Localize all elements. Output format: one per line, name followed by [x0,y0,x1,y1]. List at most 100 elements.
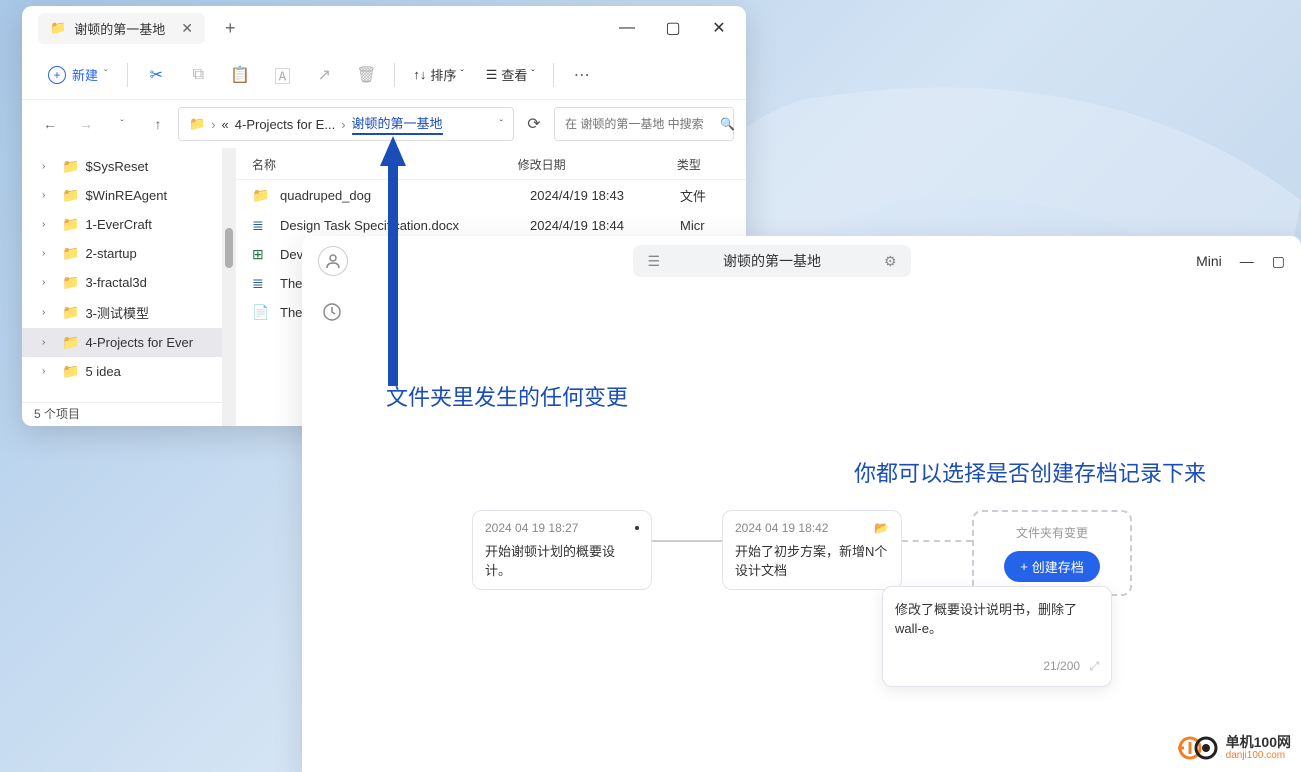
nav-back-button[interactable]: ← [34,108,66,140]
chevron-down-icon: ˇ [104,69,107,80]
create-archive-label: 文件夹有变更 [986,524,1118,541]
view-button[interactable]: ☰ 查看 ˇ [478,59,543,90]
minimize-button[interactable]: — [604,12,650,44]
sidebar-item[interactable]: ›📁$WinREAgent [22,181,222,210]
nav-forward-button[interactable]: → [70,108,102,140]
copy-icon[interactable]: ⧉ [180,57,216,93]
word-doc-icon: ≣ [252,217,272,234]
sidebar-item[interactable]: ›📁3-测试模型 [22,297,222,328]
timeline-card[interactable]: 2024 04 19 18:42 📂 开始了初步方案，新增N个设计文档 [722,510,902,590]
folder-icon: 📁 [62,274,79,291]
breadcrumb[interactable]: 📁 › « 4-Projects for E... › 谢顿的第一基地 ˇ [178,107,514,141]
explorer-tab[interactable]: 📁 谢顿的第一基地 ✕ [38,13,205,44]
sidebar-item-label: $WinREAgent [85,188,167,203]
sort-icon: ↑↓ [413,67,426,82]
file-type: 文件 [680,186,730,205]
column-headers[interactable]: 名称 修改日期 类型 [236,148,746,180]
column-name[interactable]: 名称 [252,156,518,173]
nav-history-button[interactable]: ˇ [106,108,138,140]
folder-icon: 📁 [189,116,205,132]
minimize-button[interactable]: — [1240,253,1254,269]
folder-icon: 📁 [50,20,66,36]
chevron-right-icon: › [42,248,45,259]
timeline-desc: 开始谢顿计划的概要设计。 [485,541,639,579]
create-button-label: 创建存档 [1032,557,1084,576]
new-label: 新建 [72,65,98,84]
watermark: 单机100网 danji100.com [1178,734,1291,762]
timeline-date: 2024 04 19 18:27 [485,521,578,535]
tab-title: 谢顿的第一基地 [74,19,165,38]
breadcrumb-parent[interactable]: 4-Projects for E... [235,117,335,132]
history-icon[interactable] [322,302,342,327]
chevron-down-icon: ˇ [531,69,534,80]
delete-icon[interactable]: 🗑 [348,57,384,93]
search-input[interactable] [565,117,720,131]
note-text: 修改了概要设计说明书，删除了wall-e。 [895,599,1099,637]
dot-icon [635,526,639,530]
sidebar-item[interactable]: ›📁1-EverCraft [22,210,222,239]
sidebar-item[interactable]: ›📁$SysReset [22,152,222,181]
text-file-icon: 📄 [252,304,272,321]
sidebar-item-label: 1-EverCraft [85,217,151,232]
folder-icon: 📁 [252,187,272,204]
explorer-titlebar[interactable]: 📁 谢顿的第一基地 ✕ + — ▢ ✕ [22,6,746,50]
chevron-right-icon: › [341,117,345,132]
sort-button[interactable]: ↑↓ 排序 ˇ [405,59,471,90]
rename-icon[interactable]: 🄰 [264,57,300,93]
search-icon[interactable]: 🔍 [720,117,735,131]
search-box[interactable]: 🔍 [554,107,734,141]
tab-close-icon[interactable]: ✕ [181,20,193,37]
sidebar-item[interactable]: ›📁2-startup [22,239,222,268]
user-avatar-icon[interactable] [318,246,348,276]
gear-icon[interactable]: ⚙ [884,253,897,270]
app2-header: ☰ 谢顿的第一基地 ⚙ Mini — ▢ [302,236,1301,286]
file-row[interactable]: 📁quadruped_dog2024/4/19 18:43文件 [236,180,746,211]
chevron-down-icon[interactable]: ˇ [500,119,503,130]
annotation-text-1: 文件夹里发生的任何变更 [386,380,628,412]
sidebar-item[interactable]: › 📁 3-fractal3d [22,268,222,297]
breadcrumb-ellipsis[interactable]: « [222,117,229,132]
breadcrumb-current[interactable]: 谢顿的第一基地 [352,113,443,135]
sidebar-item-label: 2-startup [85,246,136,261]
sidebar-item-selected[interactable]: ›📁4-Projects for Ever [22,328,222,357]
watermark-title: 单机100网 [1226,735,1291,750]
sidebar-item-label: 5 idea [85,364,120,379]
note-counter: 21/200 [1043,659,1080,673]
maximize-button[interactable]: ▢ [1272,253,1285,270]
list-icon: ☰ [647,253,660,270]
column-modified[interactable]: 修改日期 [518,156,677,173]
new-item-button[interactable]: + 新建 ˇ [38,59,117,90]
watermark-url: danji100.com [1226,750,1291,761]
view-icon: ☰ [486,67,498,83]
expand-icon[interactable]: ⤢ [1089,659,1099,673]
app2-title-pill[interactable]: ☰ 谢顿的第一基地 ⚙ [633,245,910,277]
chevron-right-icon: › [211,117,215,132]
sidebar-item[interactable]: ›📁5 idea [22,357,222,386]
excel-icon: ⊞ [252,246,272,263]
share-icon[interactable]: ↗ [306,57,342,93]
mini-label[interactable]: Mini [1196,253,1222,269]
note-input-box[interactable]: 修改了概要设计说明书，删除了wall-e。 21/200 ⤢ [882,586,1112,687]
sidebar-scrollbar[interactable] [222,148,236,426]
chevron-right-icon: › [42,277,45,288]
file-type: Micr [680,218,730,233]
new-tab-button[interactable]: + [217,14,244,43]
scrollbar-thumb[interactable] [225,228,233,268]
paste-icon[interactable]: 📋 [222,57,258,93]
explorer-toolbar: + 新建 ˇ ✂ ⧉ 📋 🄰 ↗ 🗑 ↑↓ 排序 ˇ ☰ 查看 ˇ ⋯ [22,50,746,100]
column-type[interactable]: 类型 [677,156,730,173]
file-date: 2024/4/19 18:44 [530,218,680,233]
cut-icon[interactable]: ✂ [138,57,174,93]
timeline-card[interactable]: 2024 04 19 18:27 开始谢顿计划的概要设计。 [472,510,652,590]
refresh-button[interactable]: ⟳ [518,114,550,134]
folder-icon: 📁 [62,158,79,175]
more-button[interactable]: ⋯ [564,59,600,91]
folder-open-icon[interactable]: 📂 [874,521,889,535]
create-archive-button[interactable]: + 创建存档 [1004,551,1100,582]
nav-up-button[interactable]: ↑ [142,108,174,140]
sidebar-item-label: 3-fractal3d [85,275,146,290]
sidebar-item-label: 4-Projects for Ever [85,335,193,350]
folder-icon: 📁 [62,334,79,351]
close-button[interactable]: ✕ [696,12,742,44]
maximize-button[interactable]: ▢ [650,12,696,44]
